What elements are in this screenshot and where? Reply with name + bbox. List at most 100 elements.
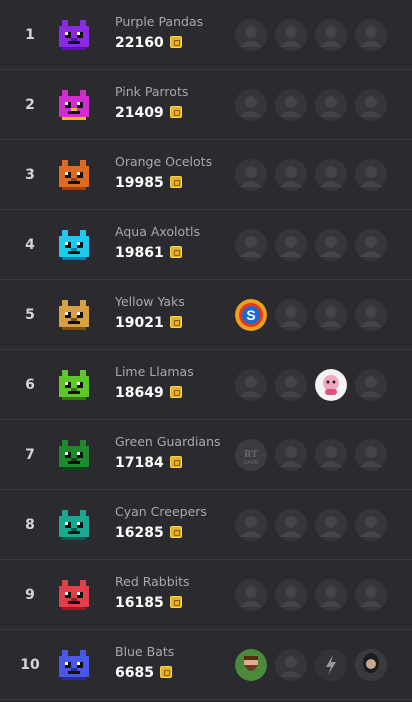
team-name[interactable]: Purple Pandas (115, 14, 203, 29)
team-points: 19021 (115, 315, 182, 331)
team-points: 6685 (115, 665, 172, 681)
avatar-glasses-icon[interactable] (355, 369, 387, 401)
avatar-person-icon[interactable] (275, 649, 307, 681)
leaderboard-row[interactable]: 3 Orange Ocelots 19985 (0, 140, 412, 210)
avatar-person-icon[interactable] (275, 369, 307, 401)
team-name[interactable]: Aqua Axolotls (115, 224, 200, 239)
avatar-dark-icon[interactable] (235, 89, 267, 121)
avatar-person-icon[interactable] (275, 439, 307, 471)
avatar-pink-character-icon[interactable] (315, 369, 347, 401)
avatar-faded-icon[interactable] (235, 579, 267, 611)
rank-number: 4 (25, 237, 35, 253)
avatar-robot-icon[interactable] (235, 229, 267, 261)
rank-number: 7 (25, 447, 35, 463)
team-name[interactable]: Green Guardians (115, 434, 221, 449)
avatar-glasses-icon[interactable] (235, 159, 267, 191)
team-emblem-icon (56, 577, 92, 613)
team-name[interactable]: Red Rabbits (115, 574, 190, 589)
rank-number: 5 (25, 307, 35, 323)
team-emblem-icon (56, 437, 92, 473)
leaderboard-row[interactable]: 1 Purple Pandas 22160 (0, 0, 412, 70)
avatar-person-icon[interactable] (315, 579, 347, 611)
avatar-drop-icon[interactable] (315, 439, 347, 471)
team-name[interactable]: Yellow Yaks (115, 294, 185, 309)
coin-icon (169, 596, 182, 608)
avatar-s-logo-icon[interactable]: S (235, 299, 267, 331)
leaderboard-row[interactable]: 4 Aqua Axolotls 19861 (0, 210, 412, 280)
avatar-bolt-icon[interactable] (315, 649, 347, 681)
team-members (235, 579, 395, 613)
rank-number: 1 (25, 27, 35, 43)
avatar-person-icon[interactable] (275, 19, 307, 51)
avatar-face-icon[interactable] (355, 509, 387, 541)
leaderboard-row[interactable]: 6 Lime Llamas 18649 (0, 350, 412, 420)
rank-number: 9 (25, 587, 35, 603)
avatar-rt-game-icon[interactable]: RT GAME (235, 439, 267, 471)
team-emblem-icon (56, 157, 92, 193)
team-members (235, 369, 395, 403)
avatar-game-icon[interactable] (315, 299, 347, 331)
team-points: 19985 (115, 175, 182, 191)
avatar-stream-icon[interactable] (275, 579, 307, 611)
coin-icon (169, 176, 182, 188)
avatar-woman-icon[interactable] (355, 649, 387, 681)
coin-icon (169, 106, 182, 118)
avatar-person-icon[interactable] (275, 159, 307, 191)
coin-icon (169, 246, 182, 258)
leaderboard-row[interactable]: 10 Blue Bats 6685 (0, 630, 412, 700)
avatar-person-icon[interactable] (355, 229, 387, 261)
avatar-cartoon-icon[interactable] (315, 159, 347, 191)
avatar-car-icon[interactable] (355, 159, 387, 191)
leaderboard-row[interactable]: 9 Red Rabbits 16185 (0, 560, 412, 630)
team-emblem-icon (56, 367, 92, 403)
avatar-chevron-icon[interactable] (275, 299, 307, 331)
avatar-helmet-icon[interactable] (235, 509, 267, 541)
avatar-box-icon[interactable] (355, 19, 387, 51)
points-value: 22160 (115, 35, 164, 51)
avatar-cat-icon[interactable] (275, 229, 307, 261)
team-leaderboard: 1 Purple Pandas 22160 2 Pink Parrots 21409 3… (0, 0, 412, 702)
avatar-gear-icon[interactable] (355, 89, 387, 121)
coin-icon (169, 36, 182, 48)
avatar-wolf-icon[interactable] (315, 19, 347, 51)
team-points: 18649 (115, 385, 182, 401)
team-name[interactable]: Orange Ocelots (115, 154, 212, 169)
rank-number: 10 (20, 657, 40, 673)
points-value: 21409 (115, 105, 164, 121)
team-points: 16285 (115, 525, 182, 541)
team-members (235, 509, 395, 543)
avatar-bearded-icon[interactable] (235, 649, 267, 681)
team-emblem-icon (56, 647, 92, 683)
points-value: 16185 (115, 595, 164, 611)
avatar-bird-icon[interactable] (275, 509, 307, 541)
avatar-pokeball-icon[interactable] (275, 89, 307, 121)
avatar-faded-icon[interactable] (235, 369, 267, 401)
team-members: S (235, 299, 395, 333)
team-members (235, 649, 395, 683)
leaderboard-row[interactable]: 5 Yellow Yaks 19021 S (0, 280, 412, 350)
avatar-person-icon[interactable] (315, 509, 347, 541)
team-emblem-icon (56, 297, 92, 333)
avatar-bug-icon[interactable] (315, 89, 347, 121)
team-emblem-icon (56, 87, 92, 123)
avatar-dark-icon[interactable] (355, 439, 387, 471)
team-members (235, 89, 395, 123)
leaderboard-row[interactable]: 7 Green Guardians 17184 RT GAME (0, 420, 412, 490)
team-name[interactable]: Blue Bats (115, 644, 174, 659)
team-name[interactable]: Pink Parrots (115, 84, 188, 99)
team-name[interactable]: Cyan Creepers (115, 504, 207, 519)
points-value: 19985 (115, 175, 164, 191)
team-members: RT GAME (235, 439, 395, 473)
coin-icon (169, 316, 182, 328)
team-name[interactable]: Lime Llamas (115, 364, 194, 379)
team-points: 16185 (115, 595, 182, 611)
avatar-dark-icon[interactable] (355, 299, 387, 331)
points-value: 17184 (115, 455, 164, 471)
avatar-face-icon[interactable] (355, 579, 387, 611)
leaderboard-row[interactable]: 2 Pink Parrots 21409 (0, 70, 412, 140)
avatar-hooded-icon[interactable] (235, 19, 267, 51)
leaderboard-row[interactable]: 8 Cyan Creepers 16285 (0, 490, 412, 560)
team-points: 22160 (115, 35, 182, 51)
avatar-creature-icon[interactable] (315, 229, 347, 261)
points-value: 19021 (115, 315, 164, 331)
